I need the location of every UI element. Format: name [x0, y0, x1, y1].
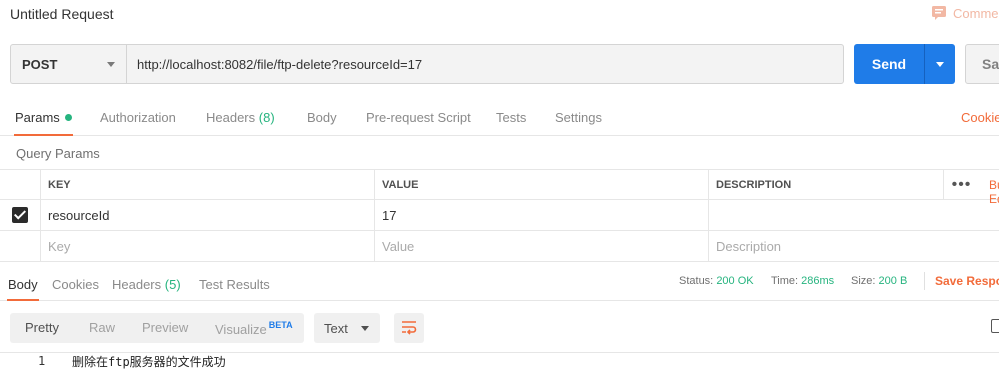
title-bar: Untitled Request Comments [0, 0, 999, 30]
new-key-field[interactable]: Key [40, 231, 374, 261]
format-label: Text [324, 320, 348, 336]
param-value-field[interactable]: 17 [374, 200, 708, 230]
tab-response-body[interactable]: Body [7, 277, 39, 301]
request-tabs: Params Authorization Headers (8) Body Pr… [0, 100, 999, 136]
table-header-row: KEY VALUE DESCRIPTION ••• Bulk Edit [0, 169, 999, 206]
view-visualize[interactable]: Visualize BETA [215, 320, 293, 337]
status-value: 200 OK [716, 275, 754, 287]
table-row: resourceId 17 [0, 200, 999, 231]
status-label: Status: [679, 275, 714, 287]
size-info: Size: 200 B [851, 275, 907, 287]
param-key-field[interactable]: resourceId [40, 200, 374, 230]
tab-response-headers-count: (5) [164, 277, 181, 292]
request-title[interactable]: Untitled Request [10, 6, 114, 22]
tab-headers[interactable]: Headers (8) [206, 110, 275, 125]
check-icon[interactable] [12, 207, 28, 223]
tab-headers-count: (8) [258, 110, 275, 125]
tab-tests[interactable]: Tests [496, 110, 526, 125]
more-icon[interactable]: ••• [943, 170, 979, 200]
tab-body[interactable]: Body [307, 110, 337, 125]
tab-response-headers[interactable]: Headers (5) [112, 277, 181, 292]
view-pretty[interactable]: Pretty [25, 320, 59, 335]
comments-button[interactable]: Comments [931, 5, 999, 21]
time-info: Time: 286ms [771, 275, 834, 287]
comments-label: Comments [953, 5, 999, 21]
row-checkbox-cell [0, 200, 40, 230]
view-mode-segment: Pretty Raw Preview Visualize BETA [10, 313, 304, 343]
time-value: 286ms [801, 275, 835, 287]
format-select[interactable]: Text [314, 313, 380, 343]
visualize-label: Visualize [215, 322, 267, 337]
save-button[interactable]: Save [965, 44, 999, 84]
tab-params-label: Params [15, 110, 60, 125]
params-active-dot [64, 114, 72, 121]
method-label: POST [22, 56, 58, 72]
column-header-value: VALUE [374, 170, 708, 200]
query-params-label: Query Params [16, 146, 100, 161]
save-response-button[interactable]: Save Response [935, 274, 999, 288]
beta-badge: BETA [268, 320, 293, 330]
copy-icon[interactable] [991, 319, 999, 333]
time-label: Time: [771, 275, 799, 287]
size-value: 200 B [878, 275, 908, 287]
chevron-down-icon [107, 62, 115, 67]
chevron-down-icon [936, 62, 944, 67]
tab-test-results[interactable]: Test Results [199, 277, 270, 292]
response-body-editor[interactable]: 1 删除在ftp服务器的文件成功 [0, 352, 999, 389]
url-input[interactable]: http://localhost:8082/file/ftp-delete?re… [126, 44, 844, 84]
tab-settings[interactable]: Settings [555, 110, 602, 125]
table-row-new: Key Value Description [0, 231, 999, 262]
chevron-down-icon [361, 326, 369, 331]
tab-authorization[interactable]: Authorization [100, 110, 176, 125]
wrap-lines-button[interactable] [394, 313, 424, 343]
status-info: Status: 200 OK [679, 275, 754, 287]
send-options-button[interactable] [924, 44, 955, 84]
row-checkbox-cell [0, 231, 40, 261]
header-check-cell [0, 170, 40, 200]
view-raw[interactable]: Raw [89, 320, 115, 335]
method-select[interactable]: POST [10, 44, 127, 84]
request-url-row: POST http://localhost:8082/file/ftp-dele… [10, 44, 999, 84]
column-header-key: KEY [40, 170, 374, 200]
divider [924, 272, 925, 290]
new-value-field[interactable]: Value [374, 231, 708, 261]
tab-params[interactable]: Params [14, 110, 73, 136]
cookies-link[interactable]: Cookies [961, 110, 999, 125]
line-number: 1 [38, 354, 46, 368]
response-tabs: Body Cookies Headers (5) Test Results St… [0, 269, 999, 301]
size-label: Size: [851, 275, 876, 287]
tab-response-headers-label: Headers [112, 277, 162, 292]
comment-icon [931, 5, 947, 21]
param-description-field[interactable] [708, 200, 999, 230]
send-button[interactable]: Send [854, 44, 924, 84]
response-line-text: 删除在ftp服务器的文件成功 [72, 355, 226, 369]
tab-headers-label: Headers [206, 110, 256, 125]
tab-prerequest-script[interactable]: Pre-request Script [366, 110, 471, 125]
view-preview[interactable]: Preview [142, 320, 188, 335]
tab-response-cookies[interactable]: Cookies [52, 277, 99, 292]
new-description-field[interactable]: Description [708, 231, 999, 261]
wrap-lines-icon [400, 319, 418, 338]
